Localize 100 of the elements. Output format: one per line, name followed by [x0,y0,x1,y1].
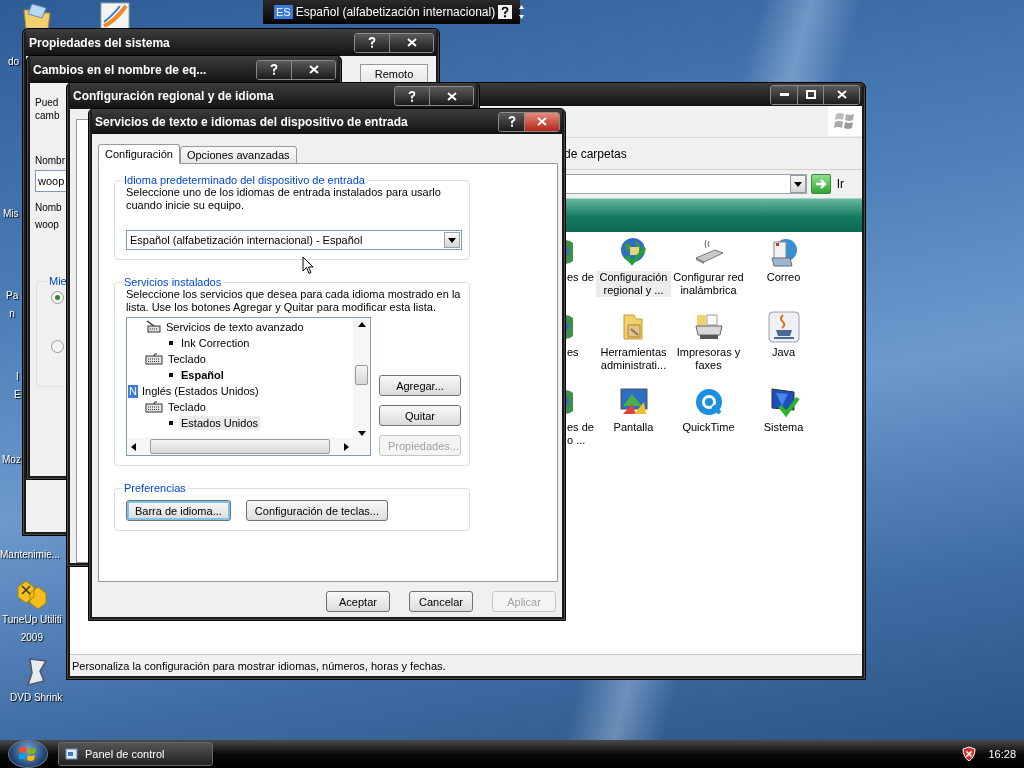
item-label[interactable]: Pantalla [611,421,656,434]
icon-label[interactable]: Pa [6,289,19,303]
dropdown-button[interactable] [444,232,460,248]
radio-button[interactable] [51,340,64,353]
help-button[interactable] [395,87,429,105]
go-button[interactable] [810,174,831,194]
item-label[interactable]: Java [769,346,798,359]
intro-text: Pued [35,96,59,109]
item-label[interactable]: QuickTime [680,421,737,434]
icon-label[interactable]: 2009 [20,631,43,645]
clock: 16:28 [988,748,1016,760]
dropdown-button[interactable] [789,175,806,193]
tab[interactable]: Configuración [98,144,180,164]
icon-label[interactable]: I [15,370,19,384]
icon-label[interactable]: Mis [3,207,19,221]
field-label: Nomb [35,201,62,214]
preference-button[interactable]: Barra de idioma... [126,500,231,521]
maximize-button[interactable] [797,85,823,104]
tree-item[interactable]: Teclado [166,400,208,414]
minimize-button[interactable] [771,85,797,104]
go-label[interactable]: Ir [836,177,844,191]
close-icon [406,38,417,47]
group-title: Preferencias [123,482,187,494]
close-button[interactable] [823,85,859,104]
close-icon [446,91,457,101]
close-button[interactable] [291,60,335,79]
window-title: Servicios de texto e idiomas del dispositivo de entrada [95,114,409,129]
tab[interactable]: Opciones avanzadas [179,146,297,164]
icon-label[interactable]: E [14,388,21,402]
icon-label[interactable]: DVD Shrink [10,691,63,705]
full-name-text: woop [35,218,59,231]
language-dropdown[interactable]: Español (alfabetización internacional) - Español [126,230,462,250]
tree-item[interactable]: Español [179,368,226,382]
shield-icon [962,746,977,762]
group-title: Mie [48,275,68,287]
help-icon [408,90,416,102]
language-badge[interactable]: ES [274,5,293,19]
icon-label[interactable]: TuneUp Utiliti [2,613,62,627]
bullet-icon [169,421,173,425]
address-field[interactable] [565,174,807,194]
arrow-right-icon [814,178,827,190]
icon-label[interactable]: do [8,55,20,69]
tree-item[interactable]: Estados Unidos [179,416,261,430]
help-icon [507,116,516,127]
scroll-up-icon [357,322,366,327]
tree-item[interactable]: Ink Correction [179,336,252,350]
language-name: Español (alfabetización internacional) [295,5,496,19]
help-icon [270,64,278,75]
item-label[interactable]: Herramientas administrati... [596,346,671,372]
item-label[interactable]: es de [565,271,596,284]
keyboard-icon [145,401,163,413]
action-button[interactable]: Quitar [379,405,461,426]
icon-label[interactable]: n [9,307,15,321]
app-icon [100,2,130,30]
tree-item[interactable]: Inglés (Estados Unidos) [139,384,261,398]
tree-item[interactable]: Teclado [166,352,208,366]
help-button[interactable] [499,112,524,131]
group-title: Servicios instalados [123,276,223,288]
window-icon [65,747,79,761]
folder-icon [22,2,52,30]
instruction-text: Seleccione uno de los idiomas de entrada instalados para usarlo cuando inicie su equipo. [126,186,442,212]
scroll-down-icon [357,431,366,436]
preference-button[interactable]: Configuración de teclas... [245,500,388,521]
start-button[interactable] [8,740,48,768]
close-button[interactable] [524,112,559,131]
dialog-button[interactable]: Cancelar [409,591,473,612]
action-button[interactable]: Agregar... [379,375,461,396]
taskbar-button[interactable]: Panel de control [58,742,213,766]
pen-keyboard-icon [145,320,161,334]
flag-logo-icon [834,111,856,131]
scroll-left-icon [131,442,136,451]
bullet-icon [169,373,173,377]
dialog-button[interactable]: Aceptar [326,591,390,612]
instruction-text: Seleccione los servicios que desea para cada idioma mostrado en la lista. Use los botones Agregar y Quitar para modificar esta lista. [126,288,461,314]
close-button[interactable] [429,87,473,105]
item-label[interactable]: Configurar red inalámbrica [671,271,746,297]
item-label[interactable]: es de o ... [565,421,596,447]
coffee-cup-icon [767,311,800,343]
scroll-thumb[interactable] [150,439,330,454]
close-button[interactable] [389,33,433,52]
bullet-icon [169,341,173,345]
item-label[interactable]: Configuración regional y ... [596,271,671,297]
name-field[interactable]: woop [35,170,68,192]
language-badge: N [128,384,138,398]
item-label[interactable]: es [565,346,581,359]
group-title: Idioma predeterminado del dispositivo de entrada [123,174,366,186]
tree-item[interactable]: Servicios de texto avanzado [164,320,306,334]
window-title: Propiedades del sistema [29,35,171,50]
item-label[interactable]: Impresoras y faxes [671,346,746,372]
help-button[interactable] [355,33,389,52]
radio-button[interactable] [51,291,64,304]
item-label[interactable]: Correo [764,271,803,284]
pointer-cursor-icon [302,256,314,275]
caret-icon [793,181,802,187]
scroll-thumb[interactable] [355,365,368,385]
item-label[interactable]: Sistema [761,421,806,434]
help-icon [368,37,376,48]
minimize-icon [779,93,789,96]
help-button[interactable] [257,60,291,79]
keyboard-icon [145,353,163,365]
